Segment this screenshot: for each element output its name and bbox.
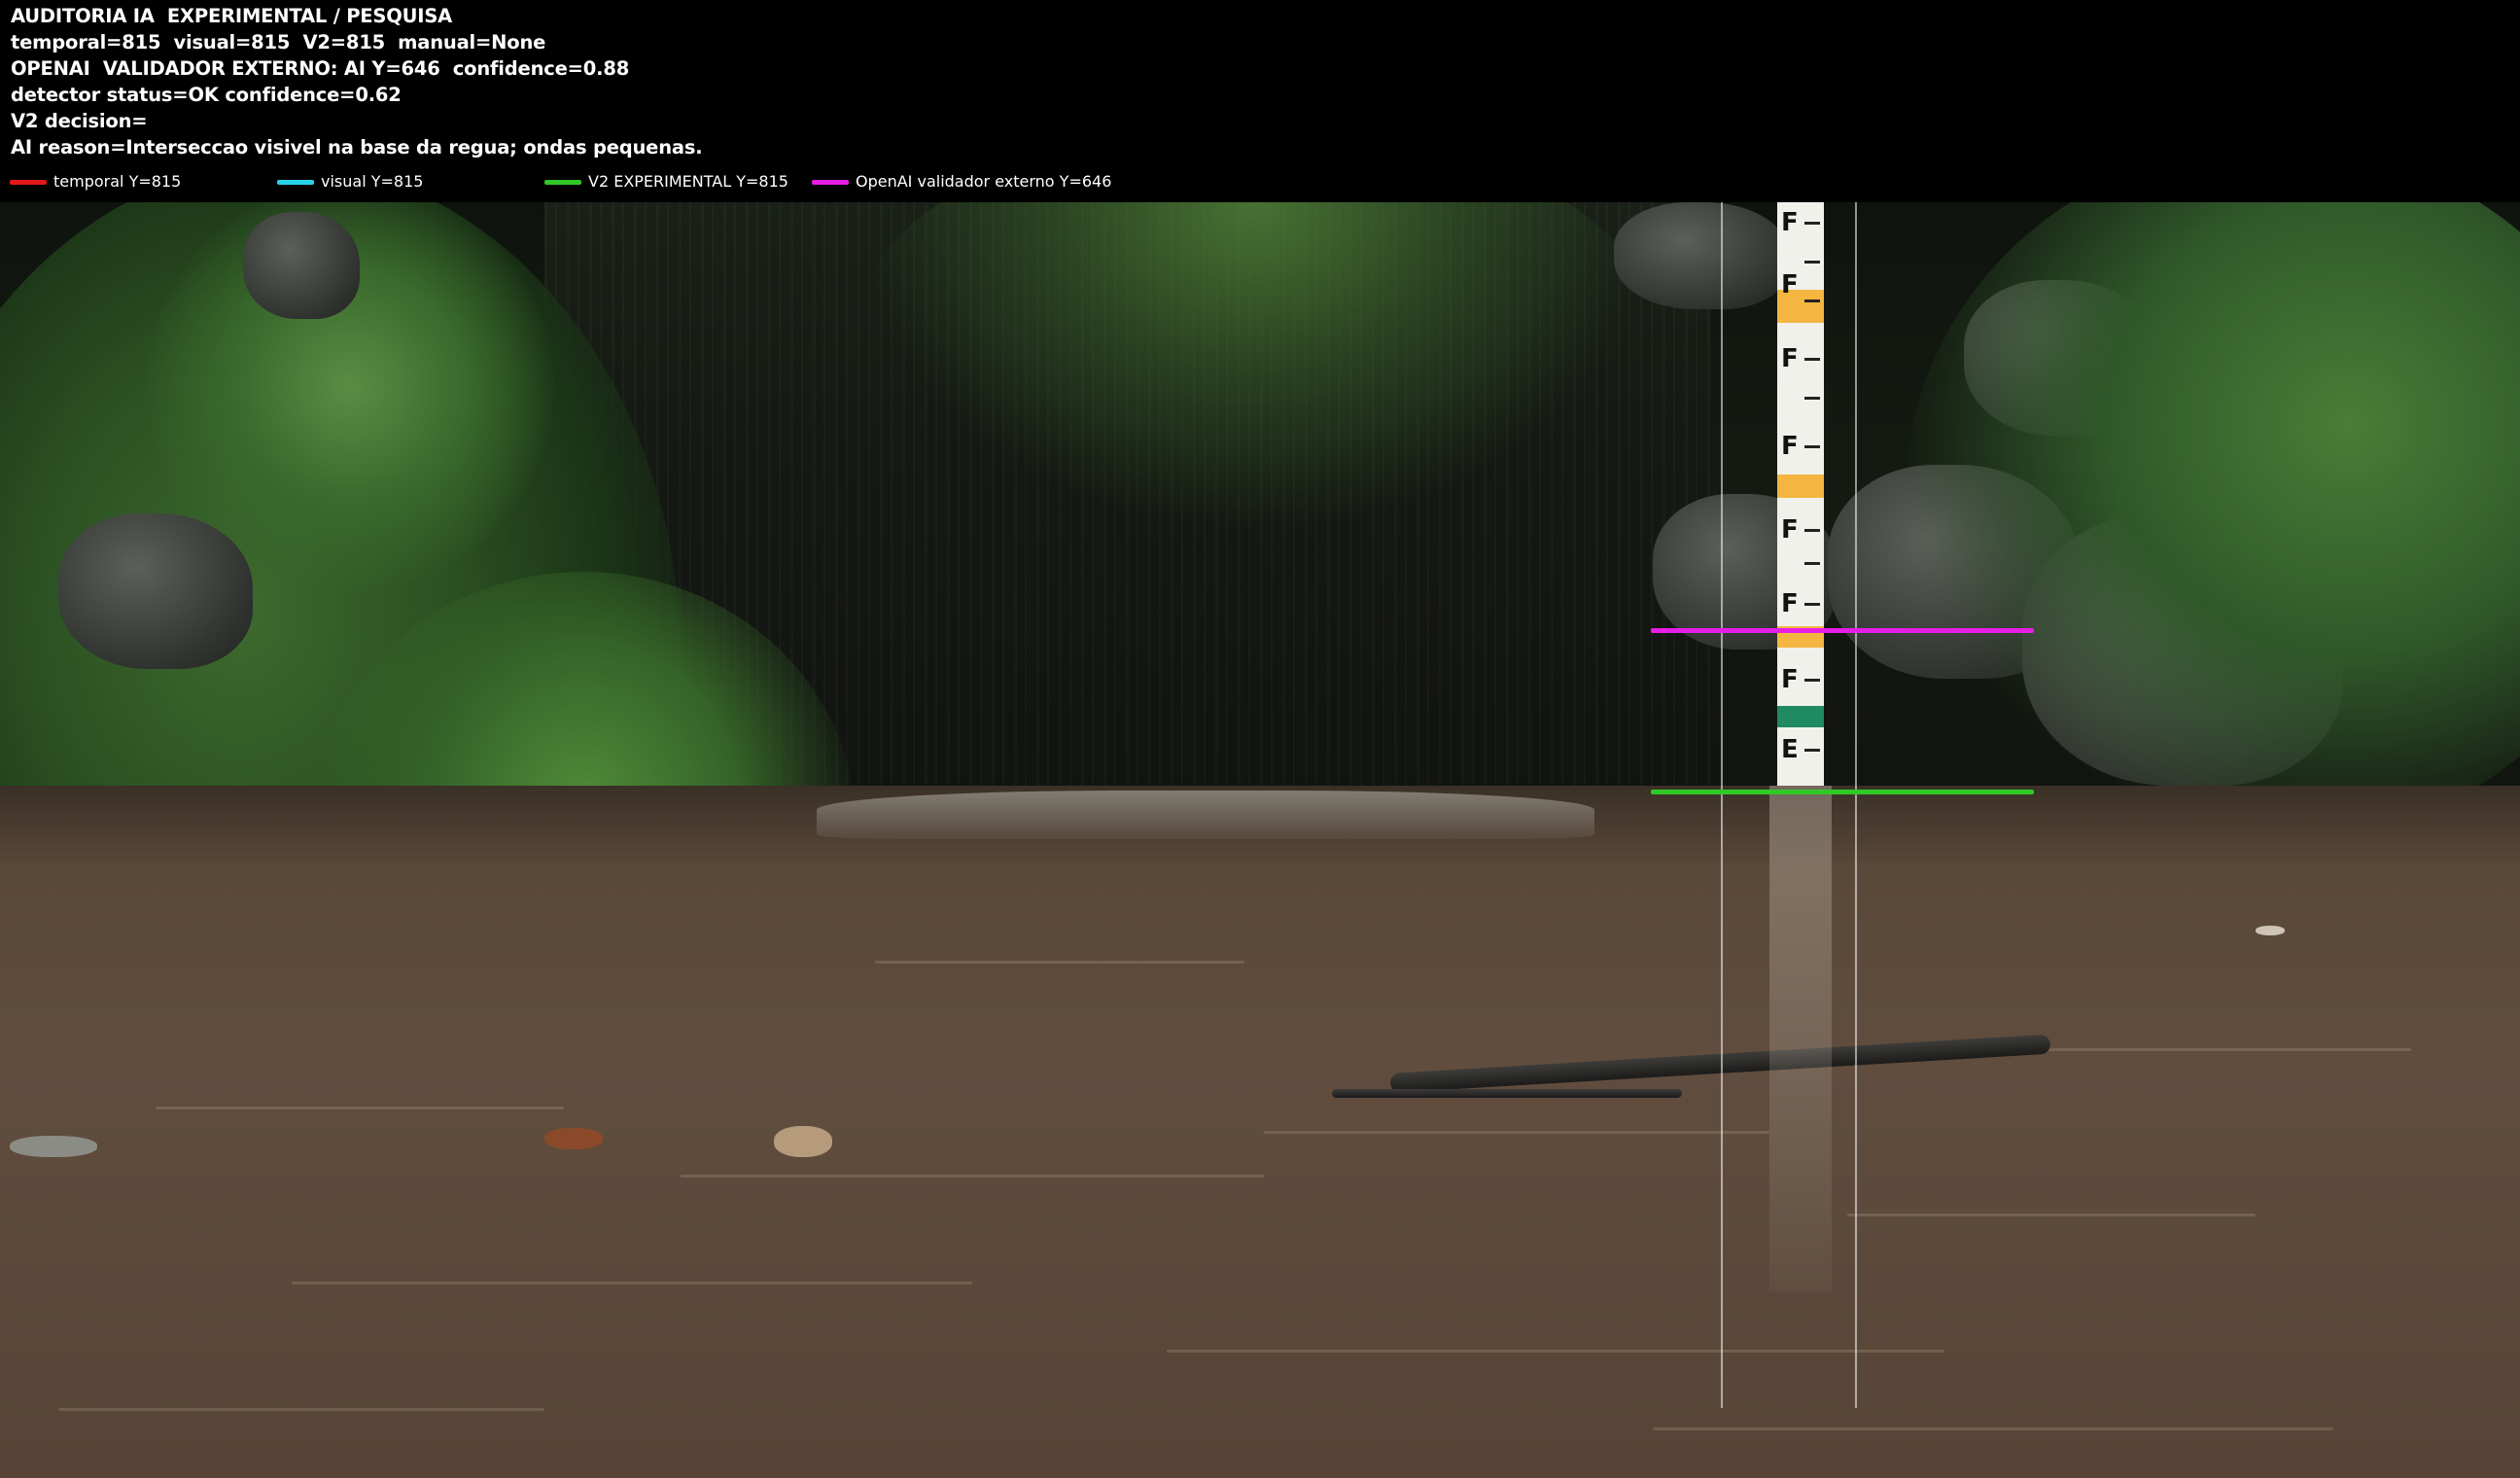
gauge-tick (1804, 529, 1820, 532)
water-ripple (2042, 1048, 2411, 1051)
header-readings: temporal=815 visual=815 V2=815 manual=No… (11, 31, 546, 53)
legend-v2-swatch (544, 180, 581, 185)
water-ripple (1264, 1131, 1769, 1134)
water-ripple (156, 1107, 564, 1109)
floating-debris (544, 1128, 603, 1149)
floating-debris (2256, 926, 2285, 935)
gauge-tick (1804, 222, 1820, 225)
gauge-tick (1804, 679, 1820, 682)
water-ripple (875, 961, 1244, 964)
legend-openai-swatch (812, 180, 849, 185)
header-v2-decision: V2 decision= (11, 110, 148, 132)
water-ripple (58, 1408, 544, 1411)
water-ripple (1167, 1350, 1944, 1353)
weir-foam (817, 791, 1594, 839)
gauge-mark: F (1781, 432, 1799, 461)
left-top-rock (243, 212, 360, 319)
gauge-orange-band (1777, 475, 1824, 498)
water-ripple (681, 1175, 1264, 1178)
gauge-tick (1804, 397, 1820, 400)
left-rock (58, 513, 253, 669)
roi-right-boundary (1855, 202, 1857, 1408)
openai-level-line (1651, 628, 2034, 633)
camera-frame: F F F F F F F E (0, 202, 2520, 1478)
legend-openai-label: OpenAI validador externo Y=646 (856, 172, 1112, 191)
header-ai-reason: AI reason=Interseccao visivel na base da… (11, 136, 703, 158)
header-detector-status: detector status=OK confidence=0.62 (11, 84, 402, 106)
gauge-tick (1804, 358, 1820, 361)
water-ripple (292, 1282, 972, 1284)
gauge-reflection (1769, 786, 1832, 1291)
floating-debris (774, 1126, 832, 1157)
right-upper-rock (1614, 202, 1789, 309)
gauge-mark: F (1781, 344, 1799, 373)
gauge-tick (1804, 261, 1820, 264)
floating-branch (1332, 1089, 1682, 1098)
v2-level-line (1651, 790, 2034, 794)
river-water (0, 786, 2520, 1478)
gauge-mark: F (1781, 665, 1799, 694)
gauge-mark: E (1781, 735, 1799, 764)
gauge-tick (1804, 749, 1820, 752)
floating-debris (10, 1136, 97, 1157)
right-vegetation (1906, 202, 2520, 844)
gauge-tick (1804, 445, 1820, 448)
legend-temporal-label: temporal Y=815 (53, 172, 182, 191)
legend-visual-swatch (277, 180, 314, 185)
gauge-tick (1804, 562, 1820, 565)
water-ripple (1653, 1427, 2333, 1430)
legend-visual-label: visual Y=815 (321, 172, 424, 191)
gauge-mark: F (1781, 208, 1799, 237)
gauge-mark: F (1781, 270, 1799, 299)
legend-v2-label: V2 EXPERIMENTAL Y=815 (588, 172, 788, 191)
gauge-green-band (1777, 706, 1824, 727)
audit-header: AUDITORIA IA EXPERIMENTAL / PESQUISA tem… (0, 0, 2520, 202)
roi-left-boundary (1721, 202, 1723, 1408)
header-openai-validator: OPENAI VALIDADOR EXTERNO: AI Y=646 confi… (11, 57, 630, 80)
header-title: AUDITORIA IA EXPERIMENTAL / PESQUISA (11, 5, 453, 27)
gauge-tick (1804, 603, 1820, 606)
legend-temporal-swatch (10, 180, 47, 185)
gauge-tick (1804, 299, 1820, 302)
gauge-mark: F (1781, 589, 1799, 618)
gauge-mark: F (1781, 515, 1799, 545)
water-ripple (1847, 1214, 2256, 1216)
staff-gauge: F F F F F F F E (1777, 202, 1824, 786)
